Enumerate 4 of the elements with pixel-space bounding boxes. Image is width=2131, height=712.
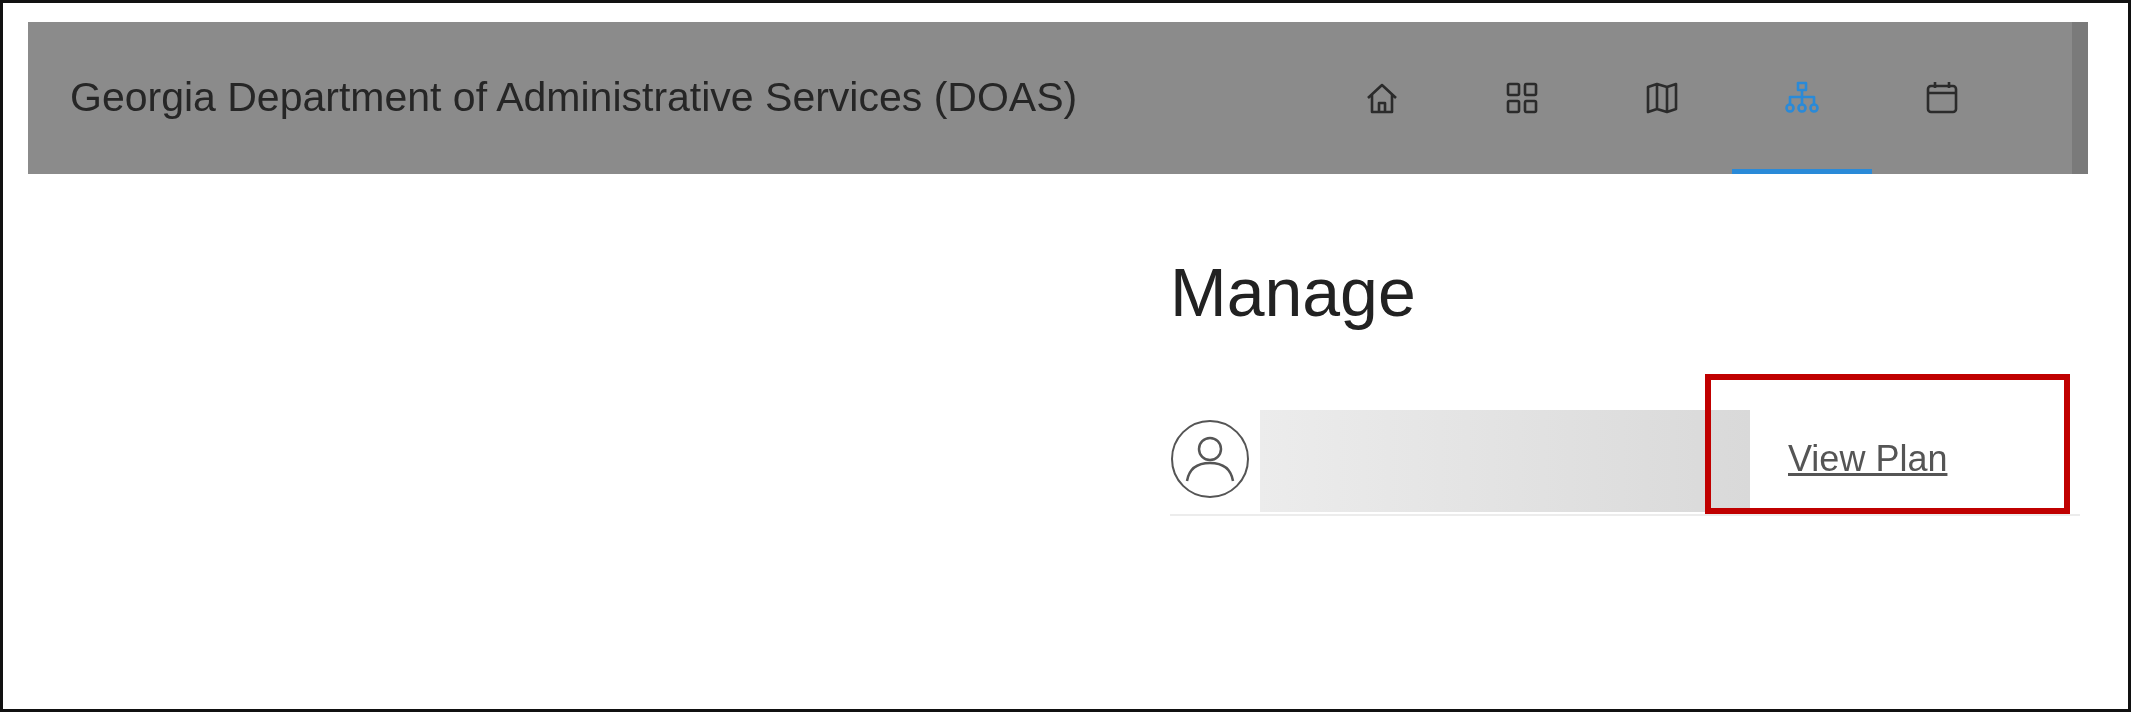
view-plan-link[interactable]: View Plan [1788,431,1948,486]
page-heading: Manage [1170,253,1417,332]
header-title: Georgia Department of Administrative Services (DOAS) [70,73,1079,123]
user-avatar-icon [1170,418,1250,499]
